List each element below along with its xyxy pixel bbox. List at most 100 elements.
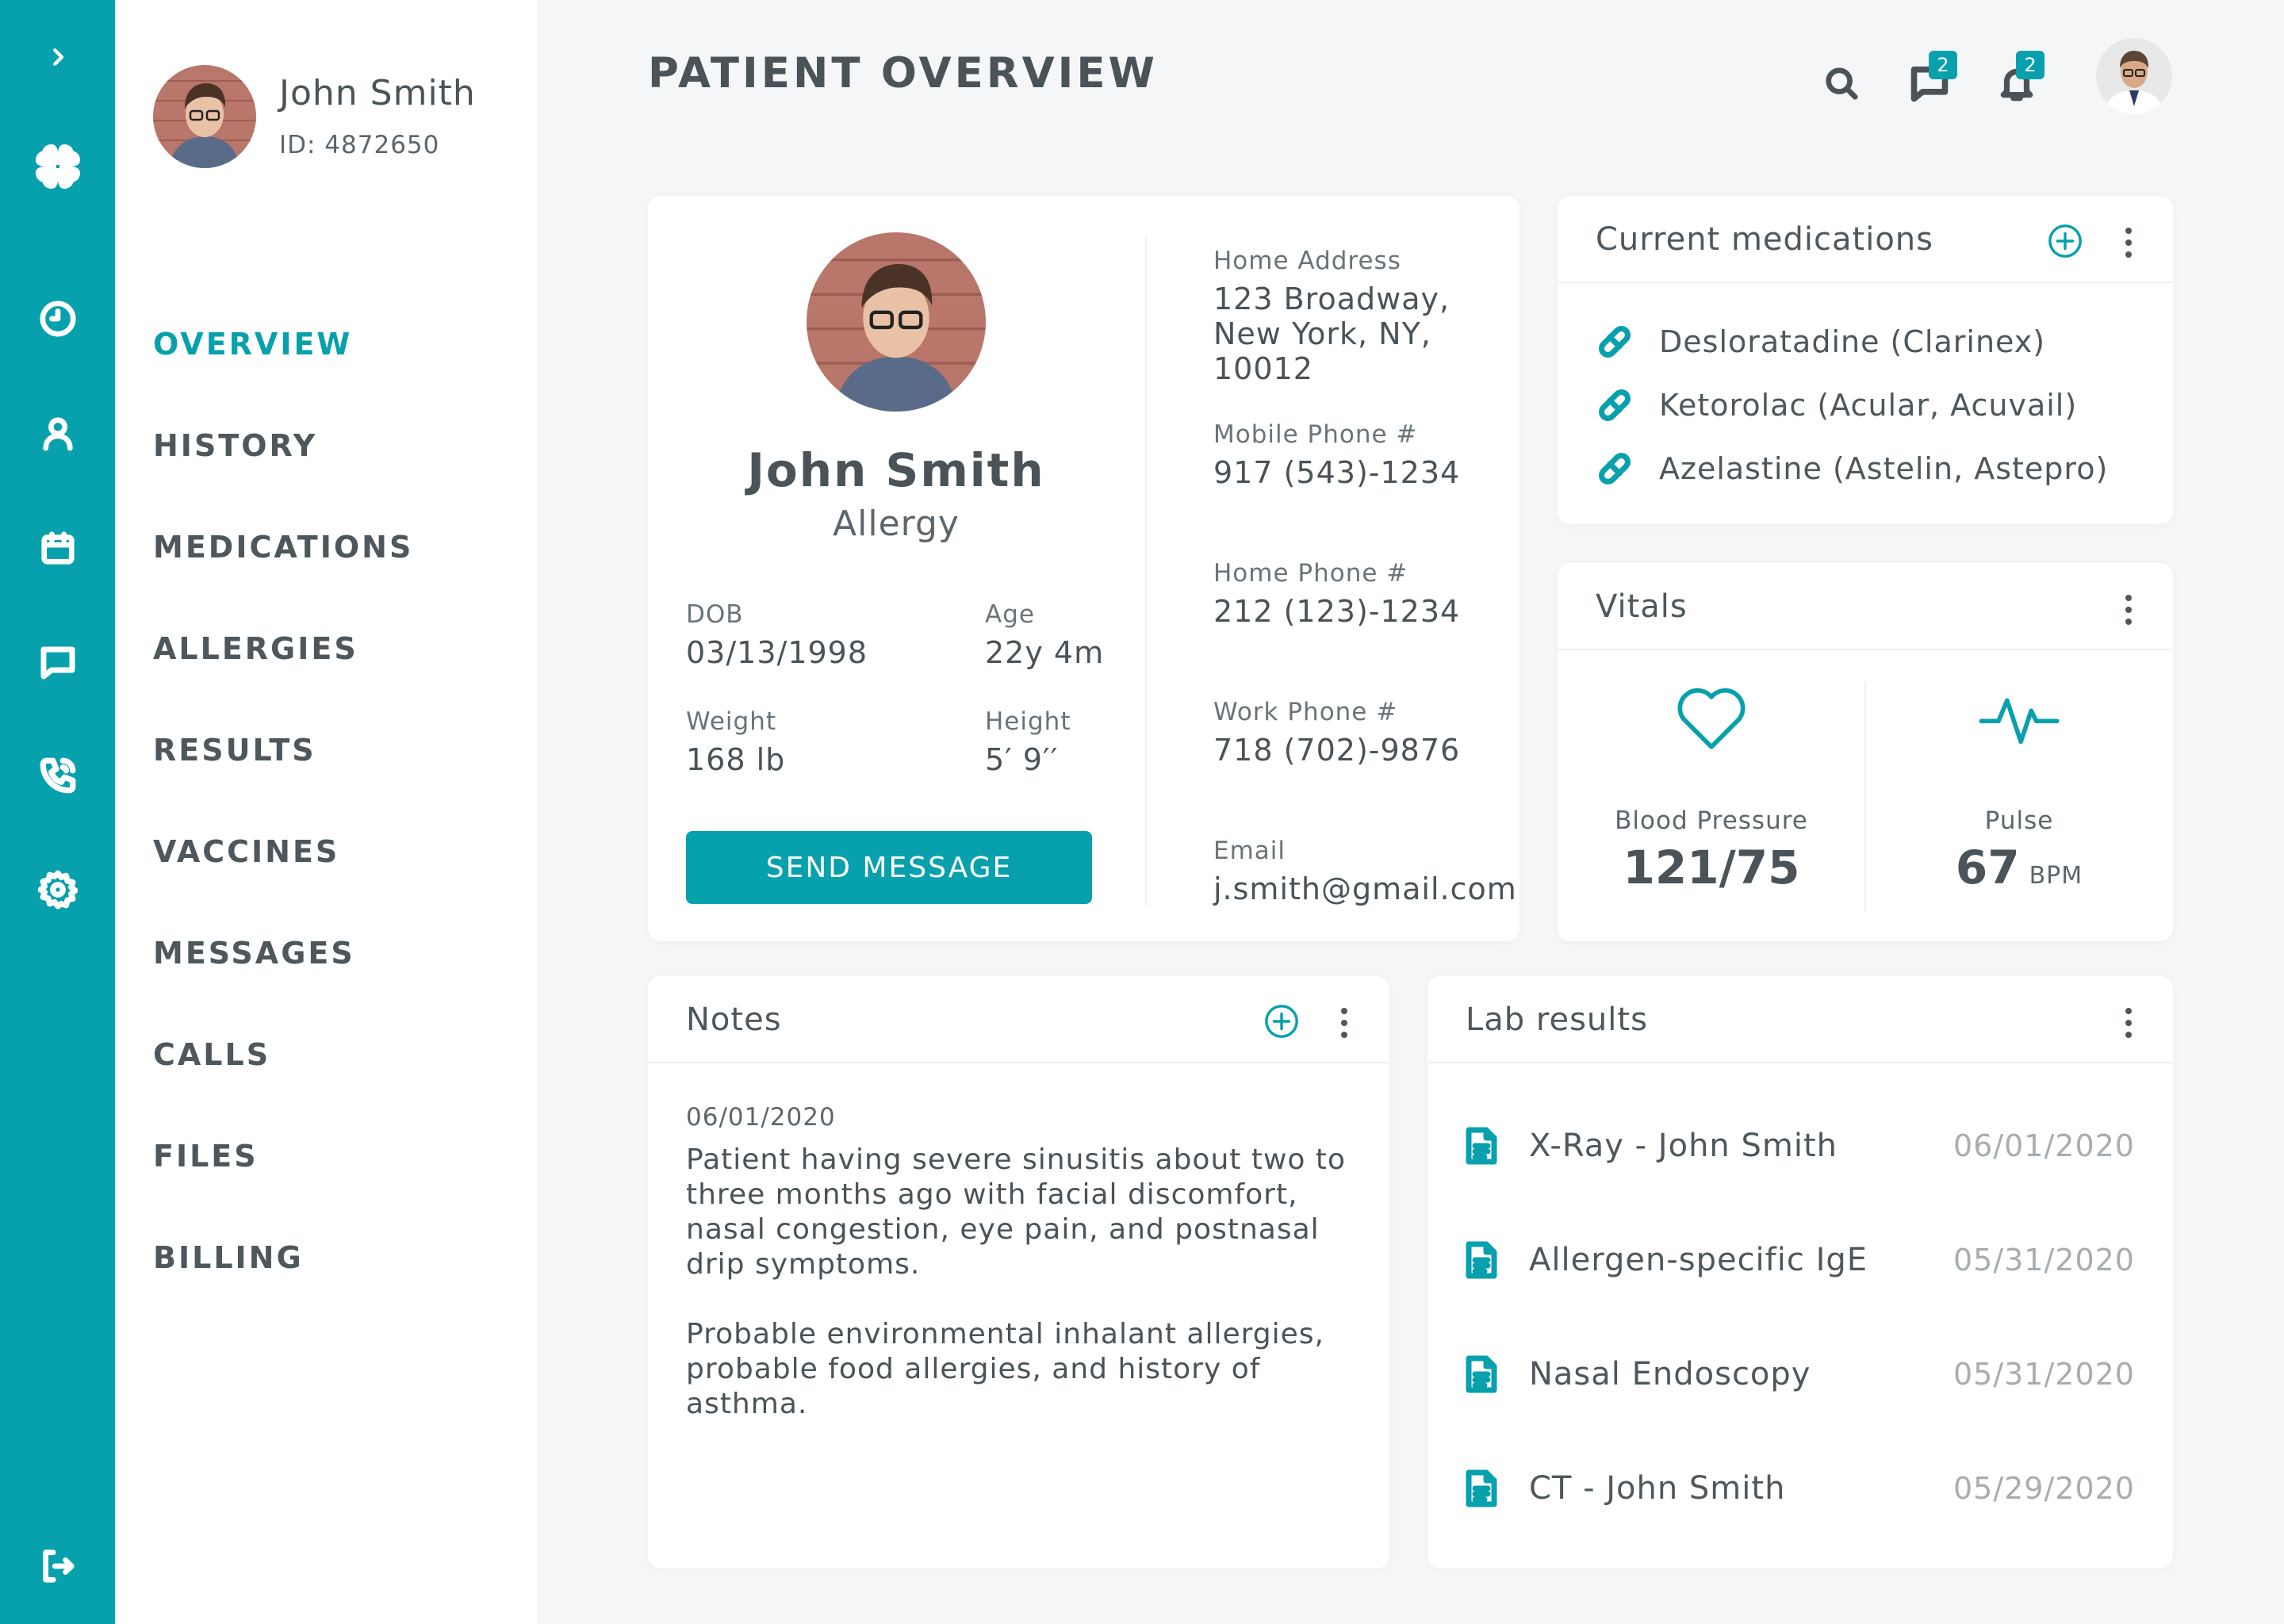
- lab-result-date: 05/31/2020: [1953, 1243, 2135, 1277]
- expand-chevron-icon[interactable]: [0, 25, 115, 89]
- chat-icon[interactable]: [0, 630, 115, 694]
- age-value: 22y 4m: [985, 635, 1105, 670]
- nav-calls[interactable]: CALLS: [153, 1004, 413, 1105]
- note-text: Patient having severe sinusitis about tw…: [686, 1143, 1368, 1422]
- nav-allergies[interactable]: ALLERGIES: [153, 598, 413, 699]
- document-icon: [1466, 1241, 1497, 1279]
- mobile-phone-value[interactable]: 917 (543)-1234: [1213, 455, 1460, 490]
- lab-results-title: Lab results: [1466, 1002, 1648, 1038]
- lab-result-name: Allergen-specific IgE: [1529, 1242, 1868, 1278]
- dob-field: DOB 03/13/1998: [686, 600, 868, 670]
- height-label: Height: [985, 707, 1071, 736]
- work-phone-value[interactable]: 718 (702)-9876: [1213, 733, 1460, 768]
- user-icon[interactable]: [0, 401, 115, 465]
- lab-results-menu-icon[interactable]: [2113, 1003, 2144, 1043]
- page-title: PATIENT OVERVIEW: [648, 49, 1158, 98]
- clock-icon[interactable]: [0, 287, 115, 350]
- gear-icon[interactable]: [0, 858, 115, 921]
- lab-result-row[interactable]: CT - John Smith 05/29/2020: [1466, 1465, 2135, 1512]
- work-phone-field: Work Phone # 718 (702)-9876: [1213, 698, 1460, 768]
- notes-card-header: Notes: [648, 976, 1389, 1063]
- medication-name: Desloratadine (Clarinex): [1659, 324, 2046, 359]
- notifications-button[interactable]: 2: [1989, 51, 2044, 111]
- lab-result-row[interactable]: Allergen-specific IgE 05/31/2020: [1466, 1236, 2135, 1284]
- notes-card: Notes 06/01/2020 Patient having severe s…: [648, 976, 1389, 1568]
- home-phone-field: Home Phone # 212 (123)-1234: [1213, 559, 1460, 629]
- nav-results[interactable]: RESULTS: [153, 699, 413, 801]
- pulse-label: Pulse: [1984, 806, 2054, 835]
- patient-profile-card: John Smith Allergy DOB 03/13/1998 Age 22…: [648, 196, 1519, 941]
- pill-icon: [1599, 389, 1631, 421]
- sidebar-user-name: John Smith: [279, 73, 476, 113]
- notifications-badge: 2: [2016, 51, 2044, 79]
- medications-title: Current medications: [1596, 221, 1933, 258]
- medication-name: Azelastine (Astelin, Astepro): [1659, 451, 2109, 486]
- document-icon: [1466, 1355, 1497, 1393]
- medication-item[interactable]: Ketorolac (Acular, Acuvail): [1596, 386, 2077, 424]
- patient-name: John Smith: [747, 443, 1045, 497]
- lab-result-row[interactable]: Nasal Endoscopy 05/31/2020: [1466, 1350, 2135, 1398]
- weight-field: Weight 168 lb: [686, 707, 785, 777]
- nav-vaccines[interactable]: VACCINES: [153, 801, 413, 902]
- age-label: Age: [985, 600, 1035, 629]
- lab-result-row[interactable]: X-Ray - John Smith 06/01/2020: [1466, 1122, 2135, 1170]
- send-message-button[interactable]: SEND MESSAGE: [686, 831, 1092, 904]
- email-label: Email: [1213, 837, 1286, 865]
- blood-pressure-vital: Blood Pressure 121/75: [1558, 658, 1865, 920]
- pulse-vital: Pulse 67 BPM: [1865, 658, 2173, 920]
- medication-item[interactable]: Desloratadine (Clarinex): [1596, 323, 2045, 361]
- home-address-line1: 123 Broadway,: [1213, 282, 1450, 316]
- pulse-unit: BPM: [2029, 862, 2083, 890]
- age-field: Age 22y 4m: [985, 600, 1104, 670]
- dob-label: DOB: [686, 600, 744, 629]
- home-address-label: Home Address: [1213, 247, 1401, 275]
- nav-messages[interactable]: MESSAGES: [153, 902, 413, 1004]
- note-paragraph: Patient having severe sinusitis about tw…: [686, 1143, 1346, 1281]
- nav-overview[interactable]: OVERVIEW: [153, 293, 413, 395]
- vitals-menu-icon[interactable]: [2113, 590, 2144, 630]
- medication-name: Ketorolac (Acular, Acuvail): [1659, 388, 2078, 423]
- medications-card-header: Current medications: [1558, 196, 2173, 283]
- pulse-value-row: 67 BPM: [1865, 841, 2173, 894]
- calendar-icon[interactable]: [0, 516, 115, 580]
- patient-avatar: [807, 232, 986, 412]
- nav-billing[interactable]: BILLING: [153, 1207, 413, 1308]
- messages-button[interactable]: 2: [1902, 51, 1957, 111]
- lab-result-date: 05/31/2020: [1953, 1357, 2135, 1392]
- add-medication-icon[interactable]: [2047, 223, 2083, 259]
- search-icon[interactable]: [1814, 56, 1869, 111]
- nav-files[interactable]: FILES: [153, 1105, 413, 1207]
- medications-card: Current medications Desloratadine (Clari…: [1558, 196, 2173, 524]
- lab-result-date: 06/01/2020: [1953, 1128, 2135, 1163]
- weight-label: Weight: [686, 707, 777, 736]
- email-value[interactable]: j.smith@gmail.com: [1213, 871, 1517, 906]
- nav-history[interactable]: HISTORY: [153, 395, 413, 496]
- home-address-line2: New York, NY, 10012: [1213, 316, 1431, 386]
- lab-result-name: X-Ray - John Smith: [1529, 1128, 1838, 1164]
- notes-menu-icon[interactable]: [1328, 1003, 1360, 1043]
- height-field: Height 5′ 9′′: [985, 707, 1071, 777]
- lab-results-card-header: Lab results: [1428, 976, 2173, 1063]
- profile-divider: [1145, 236, 1147, 906]
- medications-menu-icon[interactable]: [2113, 223, 2144, 262]
- vitals-title: Vitals: [1596, 588, 1688, 625]
- home-phone-value[interactable]: 212 (123)-1234: [1213, 594, 1460, 629]
- document-icon: [1466, 1127, 1497, 1165]
- sidebar-user-id: ID: 4872650: [279, 131, 440, 159]
- patient-condition: Allergy: [833, 504, 960, 544]
- doctor-avatar[interactable]: [2096, 38, 2172, 114]
- lab-results-card: Lab results X-Ray - John Smith 06/01/202…: [1428, 976, 2173, 1568]
- phone-icon[interactable]: [0, 744, 115, 807]
- document-icon: [1466, 1469, 1497, 1507]
- add-note-icon[interactable]: [1263, 1003, 1300, 1040]
- blood-pressure-value: 121/75: [1623, 841, 1800, 894]
- avatar[interactable]: [153, 65, 256, 168]
- nav-medications[interactable]: MEDICATIONS: [153, 496, 413, 598]
- medication-item[interactable]: Azelastine (Astelin, Astepro): [1596, 450, 2108, 488]
- home-address-field: Home Address 123 Broadway, New York, NY,…: [1213, 247, 1519, 386]
- vitals-card-header: Vitals: [1558, 563, 2173, 650]
- email-field: Email j.smith@gmail.com: [1213, 837, 1517, 906]
- logout-icon[interactable]: [0, 1534, 115, 1598]
- sidebar: John Smith ID: 4872650 OVERVIEW HISTORY …: [115, 0, 537, 1624]
- height-value: 5′ 9′′: [985, 742, 1059, 777]
